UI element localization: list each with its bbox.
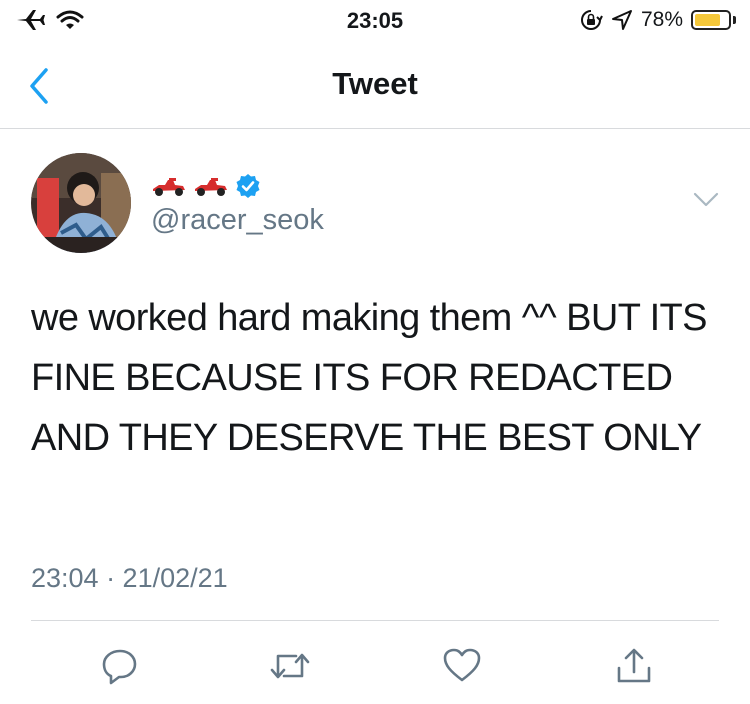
status-bar-right: 78% <box>579 8 736 32</box>
reply-button[interactable] <box>98 644 142 688</box>
retweet-button[interactable] <box>268 644 312 688</box>
battery-icon <box>691 10 731 30</box>
battery-tip <box>733 16 736 24</box>
status-bar: 23:05 78% <box>0 0 750 44</box>
verified-badge-icon <box>236 174 260 198</box>
reply-icon <box>102 649 137 685</box>
orientation-lock-icon <box>581 10 603 30</box>
share-button[interactable] <box>612 644 656 688</box>
share-icon <box>617 648 651 683</box>
avatar[interactable] <box>31 153 131 253</box>
location-icon <box>611 10 632 30</box>
nav-bar: Tweet <box>0 44 750 129</box>
user-handle[interactable]: @racer_seok <box>151 204 324 237</box>
divider <box>31 620 719 621</box>
battery-percent: 78% <box>640 8 683 31</box>
race-car-icon <box>153 178 185 196</box>
chevron-down-icon[interactable] <box>692 190 720 210</box>
display-name[interactable] <box>151 166 261 206</box>
page-title: Tweet <box>332 66 418 101</box>
like-icon <box>443 648 481 682</box>
retweet-icon <box>270 653 310 679</box>
like-button[interactable] <box>440 644 484 688</box>
battery-level <box>695 14 720 26</box>
race-car-icon <box>195 178 227 196</box>
tweet-text: we worked hard making them ^^ BUT ITS FI… <box>31 297 708 459</box>
tweet-timestamp: 23:04 · 21/02/21 <box>31 563 228 593</box>
